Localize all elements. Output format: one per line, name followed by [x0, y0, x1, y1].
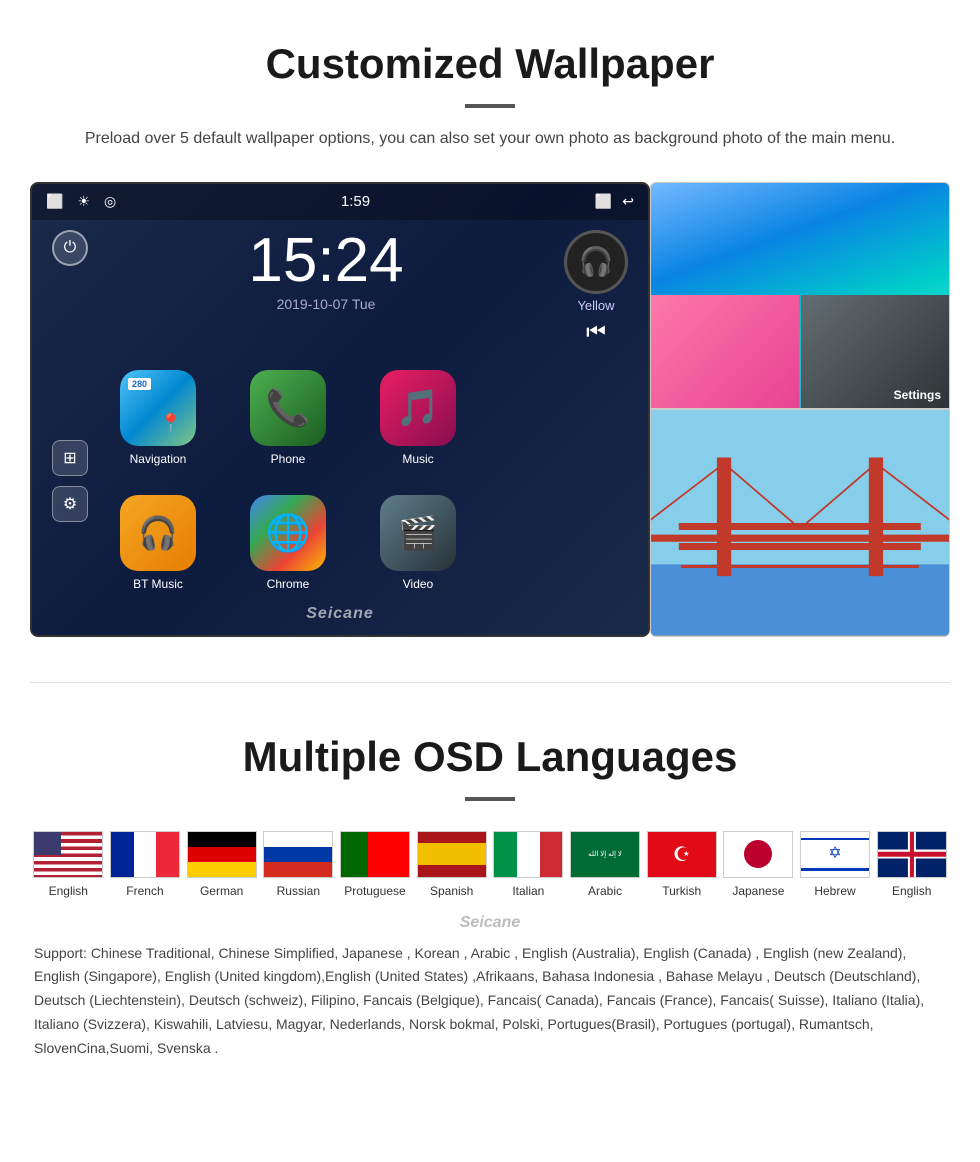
status-bar-right: ⬜ ↩ — [595, 193, 634, 210]
flag-item-french: French — [107, 831, 184, 898]
app-video[interactable]: 🎬 Video — [358, 486, 478, 601]
settings-button[interactable]: ⚙ — [52, 486, 88, 522]
flag-label-german: German — [200, 884, 243, 898]
flag-germany — [187, 831, 257, 878]
android-screen: ⬜ ☀ ◎ 1:59 ⬜ ↩ ⏻ 15:24 2019-10-07 Tue — [30, 182, 650, 637]
flag-item-spanish: Spanish — [413, 831, 490, 898]
video-icon: 🎬 — [380, 495, 456, 571]
app-grid: ⊞ ⚙ 280 📍 Navigation 📞 — [32, 345, 648, 611]
flag-turkey: ☪ — [647, 831, 717, 878]
flag-spain — [417, 831, 487, 878]
music-app-icon: 🎵 — [380, 370, 456, 446]
flag-arabic: لا إله إلا الله — [570, 831, 640, 878]
app-phone[interactable]: 📞 Phone — [228, 361, 348, 476]
apps-main-grid: 280 📍 Navigation 📞 Phone 🎵 Music — [98, 361, 628, 601]
flag-item-german: German — [183, 831, 260, 898]
star-of-david-icon: ✡ — [828, 846, 841, 862]
flag-label-portuguese: Protuguese — [344, 884, 405, 898]
music-label: Music — [402, 452, 433, 466]
flag-label-hebrew: Hebrew — [814, 884, 855, 898]
flag-item-hebrew: ✡ Hebrew — [797, 831, 874, 898]
brightness-icon: ☀ — [77, 193, 90, 210]
flag-item-turkish: ☪ Turkish — [643, 831, 720, 898]
flag-uk — [877, 831, 947, 878]
flag-label-arabic: Arabic — [588, 884, 622, 898]
flag-label-english-uk: English — [892, 884, 931, 898]
status-bar-left: ⬜ ☀ ◎ — [46, 193, 116, 210]
settings-thumb-label: Settings — [894, 388, 941, 402]
flag-item-english-us: English — [30, 831, 107, 898]
clock-area: ⏻ 15:24 2019-10-07 Tue 🎧 Yellow ⏮ — [32, 220, 648, 345]
window-icon: ⬜ — [595, 193, 612, 210]
flag-item-japanese: Japanese — [720, 831, 797, 898]
mini-thumb-pink — [651, 295, 799, 408]
flag-item-arabic: لا إله إلا الله Arabic — [567, 831, 644, 898]
support-text: Support: Chinese Traditional, Chinese Si… — [30, 942, 950, 1061]
clock-center: 15:24 2019-10-07 Tue — [248, 230, 403, 312]
flag-item-russian: Russian — [260, 831, 337, 898]
clock-time: 15:24 — [248, 230, 403, 292]
flag-label-english: English — [49, 884, 88, 898]
chrome-icon: 🌐 — [250, 495, 326, 571]
bt-icon: 🎧 — [120, 495, 196, 571]
app-music[interactable]: 🎵 Music — [358, 361, 478, 476]
flag-label-spanish: Spanish — [430, 884, 473, 898]
music-widget: 🎧 Yellow ⏮ — [564, 230, 628, 345]
location-icon: ◎ — [104, 193, 116, 210]
flag-item-portuguese: Protuguese — [337, 831, 414, 898]
title-divider — [465, 104, 515, 108]
languages-section: Multiple OSD Languages English French — [0, 693, 980, 1091]
status-time: 1:59 — [341, 193, 370, 210]
flag-israel: ✡ — [800, 831, 870, 878]
flag-label-turkish: Turkish — [662, 884, 701, 898]
flag-france — [110, 831, 180, 878]
power-button[interactable]: ⏻ — [52, 230, 88, 266]
clock-date: 2019-10-07 Tue — [248, 296, 403, 312]
music-icon: 🎧 — [564, 230, 628, 294]
app-bt-music[interactable]: 🎧 BT Music — [98, 486, 218, 601]
lang-title-divider — [465, 797, 515, 801]
flag-usa — [33, 831, 103, 878]
signal-icon: ⬜ — [46, 193, 63, 210]
grid-view-button[interactable]: ⊞ — [52, 440, 88, 476]
flag-label-russian: Russian — [277, 884, 320, 898]
device-screenshot-area: ⬜ ☀ ◎ 1:59 ⬜ ↩ ⏻ 15:24 2019-10-07 Tue — [30, 182, 950, 642]
app-chrome[interactable]: 🌐 Chrome — [228, 486, 348, 601]
music-label: Yellow — [564, 298, 628, 313]
section-divider-hr — [30, 682, 950, 683]
back-icon: ↩ — [622, 193, 634, 210]
nav-label: Navigation — [130, 452, 187, 466]
bt-label: BT Music — [133, 577, 183, 591]
wallpaper-description: Preload over 5 default wallpaper options… — [60, 126, 920, 152]
prev-button[interactable]: ⏮ — [564, 319, 628, 345]
wallpaper-thumb-bridge — [650, 409, 950, 637]
wallpaper-title: Customized Wallpaper — [30, 40, 950, 88]
phone-label: Phone — [271, 452, 306, 466]
wallpaper-thumb-ice: Settings — [650, 182, 950, 410]
flag-portugal — [340, 831, 410, 878]
wallpaper-section: Customized Wallpaper Preload over 5 defa… — [0, 0, 980, 672]
nav-icon: 280 📍 — [120, 370, 196, 446]
flag-russia — [263, 831, 333, 878]
flag-label-italian: Italian — [512, 884, 544, 898]
lang-watermark: Seicane — [30, 914, 950, 932]
flag-japan — [723, 831, 793, 878]
wallpaper-thumbnails: Settings — [650, 182, 950, 637]
bridge-svg — [651, 410, 949, 636]
video-label: Video — [403, 577, 433, 591]
flag-label-japanese: Japanese — [732, 884, 784, 898]
languages-title: Multiple OSD Languages — [30, 733, 950, 781]
phone-icon: 📞 — [250, 370, 326, 446]
sidebar-controls: ⊞ ⚙ — [52, 361, 88, 601]
flag-italy — [493, 831, 563, 878]
status-bar: ⬜ ☀ ◎ 1:59 ⬜ ↩ — [32, 184, 648, 220]
flag-label-french: French — [126, 884, 163, 898]
flag-item-english-uk: English — [873, 831, 950, 898]
flag-item-italian: Italian — [490, 831, 567, 898]
app-navigation[interactable]: 280 📍 Navigation — [98, 361, 218, 476]
screen-watermark: Seicane — [306, 605, 373, 623]
chrome-label: Chrome — [267, 577, 310, 591]
flag-row: English French German — [30, 831, 950, 898]
